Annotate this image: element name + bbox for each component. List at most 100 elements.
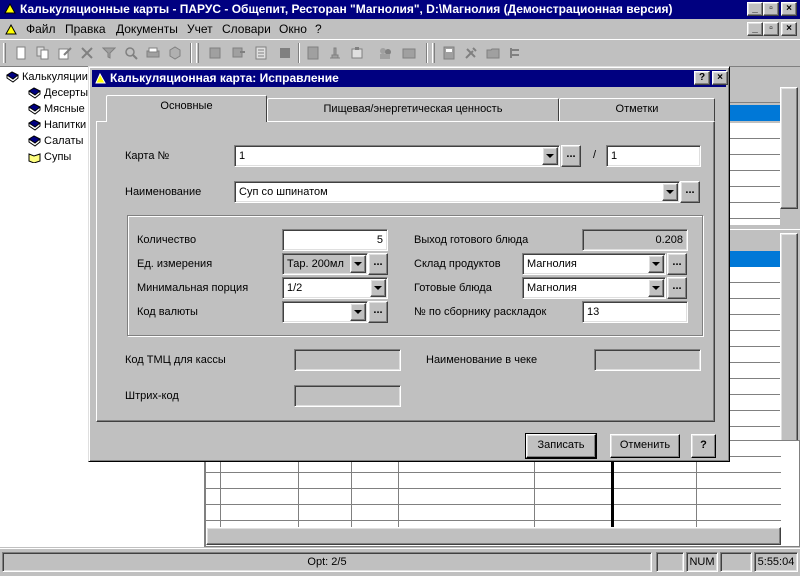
currency-browse-button[interactable]: ... bbox=[368, 301, 388, 323]
min-portion-combo[interactable]: 1/2 bbox=[282, 277, 388, 299]
collection-no-label: № по сборнику раскладок bbox=[414, 306, 547, 318]
dishes-store-combo[interactable]: Магнолия bbox=[522, 277, 666, 299]
chevron-down-icon[interactable] bbox=[648, 279, 664, 297]
minimize-button[interactable]: _ bbox=[747, 2, 763, 16]
chevron-down-icon[interactable] bbox=[350, 255, 366, 273]
tree-item-salads[interactable]: Салаты bbox=[28, 135, 84, 147]
app-icon bbox=[4, 2, 16, 14]
refresh-icon[interactable] bbox=[166, 44, 184, 62]
tree-item-label: Салаты bbox=[44, 135, 84, 147]
receipt-name-label: Наименование в чеке bbox=[426, 354, 538, 366]
currency-combo[interactable] bbox=[282, 301, 368, 323]
cancel-button[interactable]: Отменить bbox=[610, 434, 680, 458]
move-icon[interactable] bbox=[230, 44, 248, 62]
unit-browse-button[interactable]: ... bbox=[368, 253, 388, 275]
app-title: Калькуляционные карты - ПАРУС - Общепит,… bbox=[20, 2, 673, 16]
menu-file[interactable]: Файл bbox=[26, 22, 56, 36]
card-no-value: 1 bbox=[239, 150, 246, 162]
search-icon[interactable] bbox=[122, 44, 140, 62]
products-store-browse-button[interactable]: ... bbox=[667, 253, 687, 275]
name-combo[interactable]: Суп со шпинатом bbox=[234, 181, 680, 203]
tree-item-desserts[interactable]: Десерты bbox=[28, 87, 88, 99]
menu-documents[interactable]: Документы bbox=[116, 22, 178, 36]
card-no-combo[interactable]: 1 bbox=[234, 145, 560, 167]
dishes-store-browse-button[interactable]: ... bbox=[667, 277, 687, 299]
dishes-store-value: Магнолия bbox=[527, 282, 577, 294]
dialog-close-button[interactable]: × bbox=[712, 71, 728, 85]
chevron-down-icon[interactable] bbox=[662, 183, 678, 201]
card-no-browse-button[interactable]: ... bbox=[561, 145, 581, 167]
print-icon[interactable] bbox=[144, 44, 162, 62]
tree-item-drinks[interactable]: Напитки bbox=[28, 119, 86, 131]
products-store-combo[interactable]: Магнолия bbox=[522, 253, 666, 275]
edit-icon[interactable] bbox=[56, 44, 74, 62]
list-icon[interactable] bbox=[252, 44, 270, 62]
unit-value: Тар. 200мл bbox=[287, 258, 344, 270]
folder-icon[interactable] bbox=[484, 44, 502, 62]
mdi-close-button[interactable]: × bbox=[781, 22, 797, 36]
journal-icon[interactable] bbox=[304, 44, 322, 62]
unit-combo[interactable]: Тар. 200мл bbox=[282, 253, 368, 275]
receipt-name-field bbox=[594, 349, 701, 371]
collection-no-field[interactable]: 13 bbox=[582, 301, 688, 323]
menu-dictionaries[interactable]: Словари bbox=[222, 22, 271, 36]
book-icon[interactable] bbox=[276, 44, 294, 62]
people-icon[interactable] bbox=[376, 44, 394, 62]
chevron-down-icon[interactable] bbox=[370, 279, 386, 297]
tab-nutrition[interactable]: Пищевая/энергетическая ценность bbox=[267, 98, 559, 121]
maximize-button[interactable]: ▫ bbox=[763, 2, 779, 16]
products-store-label: Склад продуктов bbox=[414, 258, 501, 270]
status-empty-cell bbox=[656, 552, 684, 572]
tab-main[interactable]: Основные bbox=[106, 95, 267, 122]
tmc-field bbox=[294, 349, 401, 371]
chevron-down-icon[interactable] bbox=[542, 147, 558, 165]
tree-root[interactable]: Калькуляции bbox=[6, 71, 88, 83]
save-button[interactable]: Записать bbox=[525, 433, 597, 459]
tree-icon[interactable] bbox=[506, 44, 524, 62]
tree-item-label: Мясные bbox=[44, 103, 85, 115]
menu-help[interactable]: ? bbox=[315, 22, 322, 36]
books-icon bbox=[6, 71, 19, 83]
document-menu-icon[interactable] bbox=[4, 22, 18, 36]
card-no-separator: / bbox=[593, 149, 597, 161]
chevron-down-icon[interactable] bbox=[648, 255, 664, 273]
yield-label: Выход готового блюда bbox=[414, 234, 529, 246]
card-no-suffix-field[interactable]: 1 bbox=[606, 145, 701, 167]
horizontal-scrollbar[interactable] bbox=[206, 527, 781, 545]
menu-accounting[interactable]: Учет bbox=[187, 22, 213, 36]
help-button[interactable]: ? bbox=[691, 434, 716, 458]
tmc-label: Код ТМЦ для кассы bbox=[125, 354, 226, 366]
min-portion-label: Минимальная порция bbox=[137, 282, 249, 294]
card-icon[interactable] bbox=[400, 44, 418, 62]
menu-edit[interactable]: Правка bbox=[65, 22, 106, 36]
tree-item-soups[interactable]: Супы bbox=[28, 151, 71, 163]
calculator-icon[interactable] bbox=[440, 44, 458, 62]
book-icon bbox=[28, 103, 41, 115]
yield-field: 0.208 bbox=[582, 229, 688, 251]
stamp-icon[interactable] bbox=[326, 44, 344, 62]
doc-icon[interactable] bbox=[206, 44, 224, 62]
mdi-restore-button[interactable]: ▫ bbox=[763, 22, 779, 36]
tools-icon[interactable] bbox=[462, 44, 480, 62]
tab-notes[interactable]: Отметки bbox=[559, 98, 715, 121]
filter-icon[interactable] bbox=[100, 44, 118, 62]
currency-label: Код валюты bbox=[137, 306, 198, 318]
archive-icon[interactable] bbox=[348, 44, 366, 62]
name-label: Наименование bbox=[125, 186, 202, 198]
dialog-help-button[interactable]: ? bbox=[694, 71, 710, 85]
name-browse-button[interactable]: ... bbox=[680, 181, 700, 203]
copy-icon[interactable] bbox=[34, 44, 52, 62]
min-portion-value: 1/2 bbox=[287, 282, 303, 294]
chevron-down-icon[interactable] bbox=[350, 303, 366, 321]
new-icon[interactable] bbox=[12, 44, 30, 62]
delete-icon[interactable] bbox=[78, 44, 96, 62]
close-button[interactable]: × bbox=[781, 2, 797, 16]
barcode-field bbox=[294, 385, 401, 407]
tree-item-meat[interactable]: Мясные bbox=[28, 103, 85, 115]
status-bar: Opt: 2/5 NUM 5:55:04 bbox=[0, 548, 800, 576]
toolbar bbox=[0, 39, 800, 67]
mdi-minimize-button[interactable]: _ bbox=[747, 22, 763, 36]
qty-field[interactable]: 5 bbox=[282, 229, 388, 251]
menu-window[interactable]: Окно bbox=[279, 22, 307, 36]
dialog-icon bbox=[95, 72, 106, 84]
